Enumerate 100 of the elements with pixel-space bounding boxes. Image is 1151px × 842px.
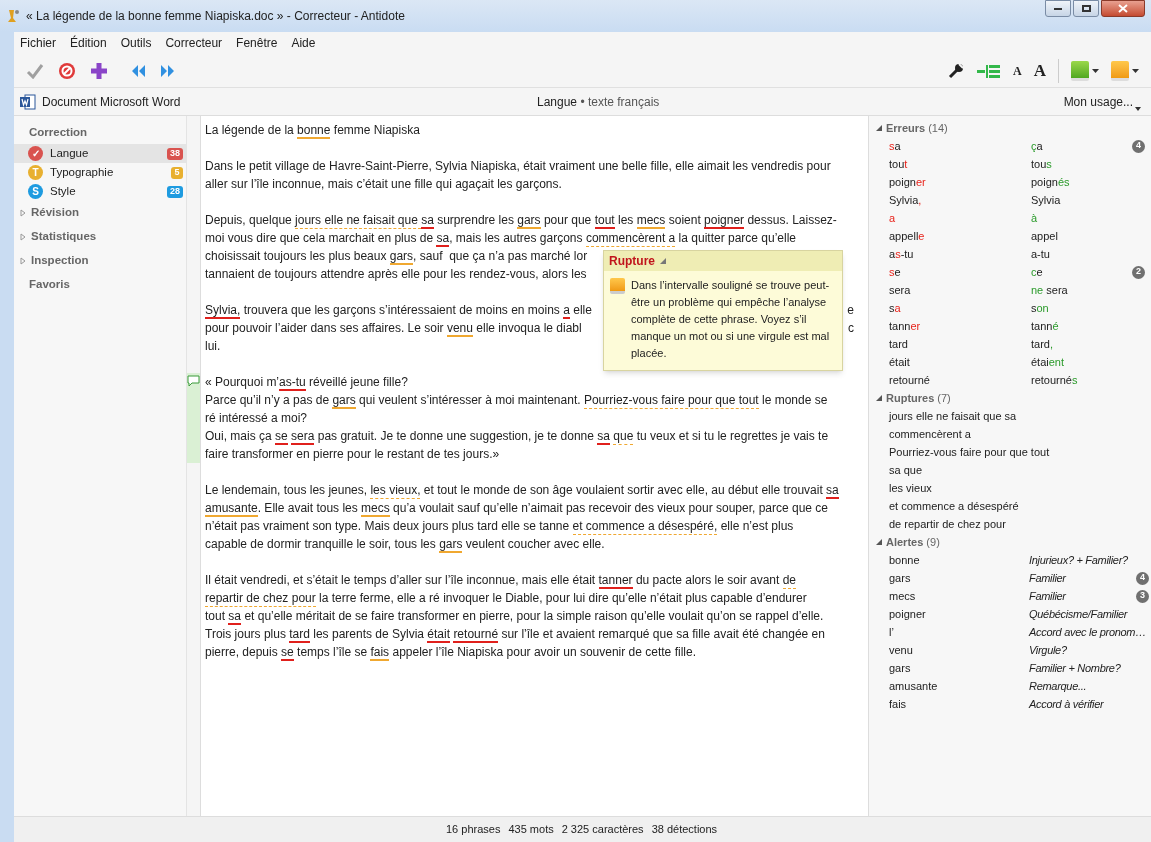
book-dropdown-icon[interactable] xyxy=(1111,60,1139,81)
correction-word[interactable]: étaient xyxy=(1031,353,1065,371)
correction-word[interactable]: ne sera xyxy=(1031,281,1068,299)
rupture-item[interactable]: sa que xyxy=(889,461,923,479)
collapse-triangle-icon[interactable] xyxy=(660,257,667,265)
correction-word[interactable]: à xyxy=(1031,209,1038,227)
alert-word[interactable]: bonne xyxy=(889,551,1029,569)
section-heading[interactable]: Alertes (9) xyxy=(886,533,940,551)
rupture-item[interactable]: les vieux xyxy=(889,479,932,497)
error-word[interactable]: as-tu xyxy=(889,245,1031,263)
error-word[interactable]: sa xyxy=(889,137,1031,155)
alert-word[interactable]: amusante xyxy=(889,677,1029,695)
rupture-item[interactable]: Pourriez-vous faire pour que tout xyxy=(889,443,1050,461)
next-icon[interactable] xyxy=(160,63,176,78)
alert-note: Familier + Nombre? xyxy=(1029,660,1121,676)
book-dropdown-icon[interactable] xyxy=(1071,60,1099,81)
error-word[interactable]: tanner xyxy=(889,317,1031,335)
close-icon xyxy=(1118,4,1128,13)
correction-word[interactable]: tanné xyxy=(1031,317,1059,335)
error-word[interactable]: sera xyxy=(889,281,1031,299)
alert-word[interactable]: poigner xyxy=(889,605,1029,623)
alert-word[interactable]: venu xyxy=(889,641,1029,659)
text-line: Sylvia, trouvera que les garçons s’intéressaient de moins en moins a elle xyxy=(205,302,592,319)
alert-word[interactable]: gars xyxy=(889,569,1029,587)
alert-word[interactable]: l’ xyxy=(889,623,1029,641)
count-badge: 5 xyxy=(171,166,183,179)
menu-item[interactable]: Édition xyxy=(70,34,107,52)
error-word[interactable]: appelle xyxy=(889,227,1031,245)
collapse-triangle-icon[interactable] xyxy=(875,394,883,402)
menu-item[interactable]: Outils xyxy=(120,34,152,52)
text-line: pour pouvoir l’aider dans ses affaires. Le soir venu elle invoqua le diabl xyxy=(205,320,582,337)
sidebar-section[interactable]: Favoris xyxy=(14,273,186,296)
error-word[interactable]: retourné xyxy=(889,371,1031,389)
text-line: aller sur l’île inconnue, mais c’était une fille qui agaçait les garçons. xyxy=(205,176,562,193)
error-word[interactable]: a xyxy=(889,209,1031,227)
sidebar-item[interactable]: T Typographie 5 xyxy=(14,163,186,182)
sidebar-section[interactable]: Révision xyxy=(14,201,186,225)
collapse-triangle-icon[interactable] xyxy=(875,538,883,546)
menu-item[interactable]: Correcteur xyxy=(165,34,223,52)
plus-icon[interactable] xyxy=(90,61,108,80)
section-heading[interactable]: Ruptures (7) xyxy=(886,389,951,407)
alert-note: Accord avec le pronom… xyxy=(1029,624,1146,640)
error-word[interactable]: se xyxy=(889,263,1031,281)
text-line: Le lendemain, tous les jeunes, les vieux, et tout le monde de son âge voulaient sortir avec elle, au début elle trouvait sa xyxy=(205,482,839,499)
correction-word[interactable]: appel xyxy=(1031,227,1058,245)
large-font-button[interactable]: A xyxy=(1033,57,1046,84)
text-line: Dans le petit village de Havre-Saint-Pierre, Sylvia Niapiska, était vraiment une belle fille, elle aimait les vendredis pour xyxy=(205,158,831,175)
correction-word[interactable]: tous xyxy=(1031,155,1052,173)
prohibited-icon[interactable] xyxy=(58,61,76,80)
count-badge: 38 xyxy=(167,147,183,160)
collapse-triangle-icon[interactable] xyxy=(875,124,883,132)
error-word[interactable]: sa xyxy=(889,299,1031,317)
status-text: 435 mots xyxy=(508,822,554,838)
checkmark-icon[interactable] xyxy=(26,62,44,79)
correction-word[interactable]: retournés xyxy=(1031,371,1078,389)
error-word[interactable]: tout xyxy=(889,155,1031,173)
section-heading[interactable]: Erreurs (14) xyxy=(886,119,948,137)
correction-word[interactable]: son xyxy=(1031,299,1049,317)
sidebar-item[interactable]: ✓ Langue 38 xyxy=(14,144,186,163)
expand-triangle-icon[interactable] xyxy=(19,233,27,241)
usage-dropdown[interactable]: Mon usage... xyxy=(1063,92,1141,111)
alert-word[interactable]: gars xyxy=(889,659,1029,677)
minimize-button[interactable] xyxy=(1045,0,1071,17)
correction-word[interactable]: ce xyxy=(1031,263,1043,281)
text-line: Parce qu’il n’y a pas de gars qui veulent s’intéresser à moi maintenant. Pourriez-vous faire pour que tout le monde se xyxy=(205,392,828,409)
text-line: ré intéressé a moi? xyxy=(205,410,308,427)
small-font-button[interactable]: A xyxy=(1013,61,1022,80)
error-word[interactable]: poigner xyxy=(889,173,1031,191)
window-title: « La légende de la bonne femme Niapiska.doc » - Correcteur - Antidote xyxy=(26,8,405,25)
correction-word[interactable]: Sylvia xyxy=(1031,191,1061,209)
tree-icon[interactable] xyxy=(977,63,1002,78)
sidebar-item[interactable]: S Style 28 xyxy=(14,182,186,201)
menu-item[interactable]: Fichier xyxy=(20,34,56,52)
correction-word[interactable]: ça xyxy=(1031,137,1043,155)
correction-word[interactable]: poignés xyxy=(1031,173,1070,191)
sidebar-section[interactable]: Statistiques xyxy=(14,225,186,249)
rupture-item[interactable]: commencèrent a xyxy=(889,425,971,443)
rupture-item[interactable]: et commence a désespéré xyxy=(889,497,1019,515)
category-icon: T xyxy=(28,165,43,180)
error-word[interactable]: était xyxy=(889,353,1031,371)
sidebar-section[interactable]: Inspection xyxy=(14,249,186,273)
error-word[interactable]: tard xyxy=(889,335,1031,353)
maximize-button[interactable] xyxy=(1073,0,1099,17)
rupture-item[interactable]: jours elle ne faisait que sa xyxy=(889,407,1017,425)
previous-icon[interactable] xyxy=(130,63,146,78)
popup-message: Dans l’intervalle souligné se trouve peut-être un problème qui empêche l’analyse complète de cette phrase. Voyez s’il manque un mot ou si une virgule est mal placée. xyxy=(631,278,831,361)
alert-word[interactable]: mecs xyxy=(889,587,1029,605)
expand-triangle-icon[interactable] xyxy=(19,209,27,217)
alert-word[interactable]: fais xyxy=(889,695,1029,713)
expand-triangle-icon[interactable] xyxy=(19,257,27,265)
menu-item[interactable]: Fenêtre xyxy=(236,34,278,52)
wrench-icon[interactable] xyxy=(947,61,966,80)
error-word[interactable]: Sylvia, xyxy=(889,191,1031,209)
close-button[interactable] xyxy=(1101,0,1145,17)
correction-word[interactable]: a-tu xyxy=(1031,245,1050,263)
rupture-item[interactable]: de repartir de chez pour xyxy=(889,515,1006,533)
comment-icon[interactable] xyxy=(187,375,200,387)
text-line: Trois jours plus tard les parents de Sylvia était retourné sur l’île et avaient remarqué que sa fille avait été changée en xyxy=(205,626,825,643)
correction-word[interactable]: tard, xyxy=(1031,335,1054,353)
menu-item[interactable]: Aide xyxy=(291,34,316,52)
